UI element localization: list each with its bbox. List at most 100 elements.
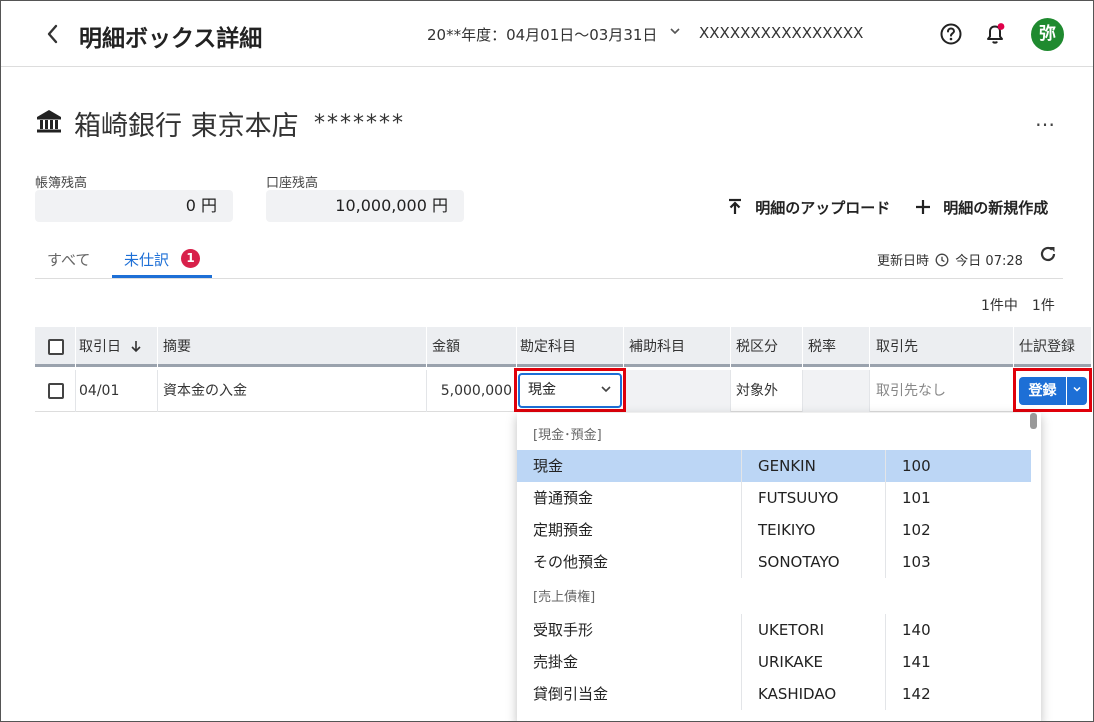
column-divider	[426, 327, 427, 367]
option-code: URIKAKE	[758, 653, 823, 671]
select-all-checkbox[interactable]	[48, 339, 64, 355]
dropdown-scrollbar[interactable]	[1030, 413, 1037, 429]
option-divider	[885, 546, 886, 578]
option-name: 普通預金	[533, 489, 594, 507]
upload-statement-button[interactable]: 明細のアップロード	[727, 197, 890, 218]
column-header-tax-category: 税区分	[736, 339, 778, 355]
option-number: 142	[902, 685, 931, 703]
option-divider	[741, 450, 742, 482]
option-name: 定期預金	[533, 521, 594, 539]
option-number: 100	[902, 457, 931, 475]
upload-statement-label: 明細のアップロード	[755, 199, 891, 217]
row-partner[interactable]: 取引先なし	[876, 370, 946, 412]
column-header-partner: 取引先	[876, 339, 918, 355]
column-divider	[157, 370, 158, 412]
row-checkbox[interactable]	[48, 383, 64, 399]
option-name: 現金	[533, 457, 564, 475]
bank-name: 箱崎銀行 東京本店	[74, 111, 299, 142]
option-divider	[741, 546, 742, 578]
column-header-register: 仕訳登録	[1019, 339, 1075, 355]
sub-account-cell[interactable]	[624, 370, 730, 412]
option-code: GENKIN	[758, 457, 816, 475]
column-divider	[157, 327, 158, 367]
account-select-highlight	[514, 368, 626, 412]
account-option[interactable]: 貸倒引当金 KASHIDAO 142	[517, 678, 1031, 710]
account-option[interactable]: その他預金 SONOTAYO 103	[517, 546, 1031, 578]
register-button-highlight	[1013, 368, 1092, 412]
more-menu-button[interactable]: …	[1035, 107, 1056, 131]
row-date: 04/01	[79, 383, 120, 399]
unprocessed-count-badge: 1	[181, 249, 200, 268]
account-option[interactable]: 定期預金 TEIKIYO 102	[517, 514, 1031, 546]
back-button[interactable]	[41, 21, 65, 47]
column-header-date[interactable]: 取引日	[79, 327, 143, 367]
new-statement-label: 明細の新規作成	[943, 199, 1049, 217]
chevron-down-icon[interactable]	[669, 23, 681, 43]
option-name: 受取手形	[533, 621, 594, 639]
option-divider	[741, 614, 742, 646]
clock-icon	[935, 253, 949, 267]
option-divider	[741, 646, 742, 678]
option-number: 101	[902, 489, 931, 507]
option-divider	[885, 614, 886, 646]
option-code: UKETORI	[758, 621, 825, 639]
bank-icon	[35, 107, 63, 135]
account-option[interactable]: 現金 GENKIN 100	[517, 450, 1031, 482]
column-header-account: 勘定科目	[520, 339, 576, 355]
upload-icon	[727, 197, 749, 218]
option-group-label: [売上債権]	[533, 590, 596, 605]
account-dropdown: [現金･預金] 現金 GENKIN 100 普通預金 FUTSUUYO 101 …	[517, 413, 1041, 721]
account-balance-value: 10,000,000 円	[266, 190, 464, 222]
column-divider	[869, 370, 870, 412]
tab-unprocessed[interactable]: 未仕訳	[124, 249, 169, 270]
option-name: その他預金	[533, 553, 609, 571]
tab-all[interactable]: すべて	[47, 249, 90, 270]
fiscal-period-selector[interactable]: 20**年度：04月01日〜03月31日	[427, 24, 657, 45]
bell-icon[interactable]	[983, 21, 1007, 47]
column-divider	[75, 327, 76, 367]
option-divider	[885, 646, 886, 678]
row-description[interactable]: 資本金の入金	[163, 370, 247, 412]
option-code: TEIKIYO	[758, 521, 816, 539]
option-number: 102	[902, 521, 931, 539]
option-number: 140	[902, 621, 931, 639]
app-window: 明細ボックス詳細 20**年度：04月01日〜03月31日 XXXXXXXXXX…	[0, 0, 1094, 722]
option-divider	[741, 514, 742, 546]
option-name: 売掛金	[533, 653, 579, 671]
last-updated: 更新日時 今日 07:28	[877, 250, 1023, 269]
column-header-sub-account: 補助科目	[629, 339, 685, 355]
tax-rate-cell[interactable]	[803, 370, 869, 412]
help-icon[interactable]	[939, 22, 963, 46]
account-balance-label: 口座残高	[266, 176, 319, 191]
column-header-description: 摘要	[163, 339, 191, 355]
book-balance-label: 帳簿残高	[35, 176, 88, 191]
option-divider	[741, 678, 742, 710]
account-option[interactable]: 売掛金 URIKAKE 141	[517, 646, 1031, 678]
option-divider	[885, 482, 886, 514]
book-balance-value: 0 円	[35, 190, 233, 222]
option-code: FUTSUUYO	[758, 489, 839, 507]
table-header: 取引日 摘要 金額 勘定科目 補助科目 税区分 税率 取引先 仕訳登録	[35, 327, 1091, 367]
row-tax-category[interactable]: 対象外	[736, 370, 778, 412]
column-divider	[730, 370, 731, 412]
column-divider	[802, 327, 803, 367]
tab-divider	[35, 278, 1063, 279]
refresh-icon[interactable]	[1037, 243, 1059, 265]
option-divider	[885, 678, 886, 710]
back-icon	[47, 24, 58, 44]
column-divider	[869, 327, 870, 367]
account-option[interactable]: 受取手形 UKETORI 140	[517, 614, 1031, 646]
column-divider	[1013, 327, 1014, 367]
option-name: 貸倒引当金	[533, 685, 609, 703]
option-group-label: [現金･預金]	[533, 428, 602, 443]
sort-down-icon[interactable]	[129, 339, 143, 353]
new-statement-button[interactable]: 明細の新規作成	[915, 197, 1048, 218]
avatar[interactable]: 弥	[1031, 18, 1064, 51]
column-divider	[426, 370, 427, 412]
option-divider	[885, 450, 886, 482]
company-name[interactable]: XXXXXXXXXXXXXXXX	[699, 24, 863, 42]
column-header-tax-rate: 税率	[808, 339, 836, 355]
account-option[interactable]: 普通預金 FUTSUUYO 101	[517, 482, 1031, 514]
option-code: KASHIDAO	[758, 685, 837, 703]
bank-account-number: *******	[314, 111, 405, 136]
